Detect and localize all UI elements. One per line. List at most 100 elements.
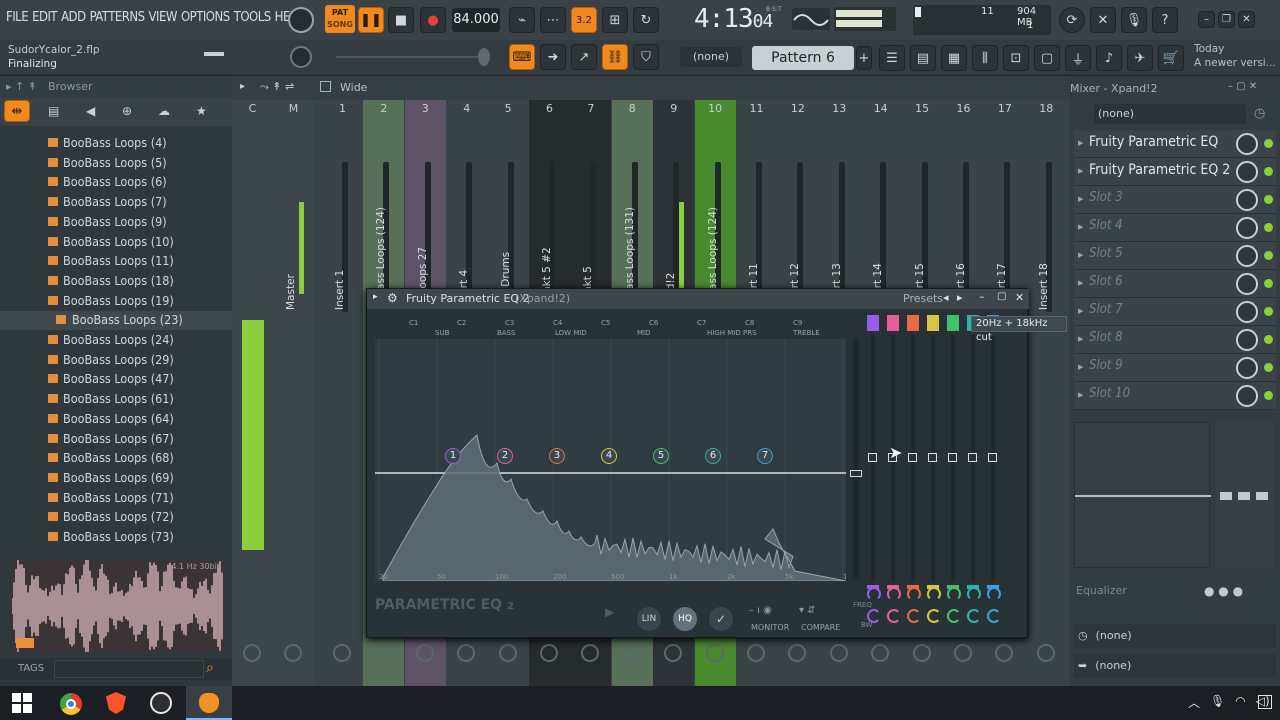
slot-mix-knob[interactable] <box>1236 329 1258 351</box>
chevron-up-icon[interactable]: ︿ <box>1188 694 1200 711</box>
eq-band-handle[interactable]: 4 <box>601 448 617 464</box>
slot-enable-led[interactable] <box>1264 195 1273 204</box>
browser-item[interactable]: BooBass Loops (69) <box>0 469 232 488</box>
preset-prev-icon[interactable]: ◂ <box>943 291 949 304</box>
band-width-knob[interactable] <box>927 609 941 623</box>
effect-slot[interactable]: ▸ Slot 10 <box>1074 382 1276 410</box>
strip-pan-knob[interactable] <box>333 644 351 662</box>
browser-item[interactable]: BooBass Loops (23) <box>0 311 232 331</box>
slot-arrow-icon[interactable]: ▸ <box>1078 332 1084 345</box>
eq-band-handle[interactable]: 6 <box>705 448 721 464</box>
strip-pan-knob[interactable] <box>457 644 476 662</box>
pattern-song-toggle[interactable]: PAT SONG <box>325 5 355 33</box>
slot-mix-knob[interactable] <box>1236 161 1258 183</box>
help-button[interactable]: ? <box>1152 7 1178 33</box>
slot-enable-led[interactable] <box>1264 279 1273 288</box>
eq-knobs[interactable]: ● ● ● <box>1204 584 1243 598</box>
eq-preview[interactable] <box>1074 422 1211 568</box>
output-select-2[interactable]: ➥ (none) <box>1074 654 1276 678</box>
master-gain-slider[interactable] <box>853 339 859 579</box>
wifi-icon[interactable]: ◠ <box>1235 694 1245 711</box>
slot-enable-led[interactable] <box>1264 335 1273 344</box>
band-freq-knob[interactable] <box>867 587 881 601</box>
compare-label[interactable]: COMPARE <box>801 623 840 632</box>
strip-pan-knob[interactable] <box>498 644 517 662</box>
browser-item[interactable]: BooBass Loops (10) <box>0 233 232 252</box>
preset-next-icon[interactable]: ▸ <box>957 291 963 304</box>
strip-pan-knob[interactable] <box>788 644 807 662</box>
brave-icon[interactable] <box>106 692 126 714</box>
browser-tab-cloud-icon[interactable]: ☁ <box>158 104 170 118</box>
browser-item[interactable]: BooBass Loops (6) <box>0 173 232 192</box>
tempo-display[interactable]: 84.000 <box>452 8 500 32</box>
effect-slot[interactable]: ▸ Slot 4 <box>1074 214 1276 242</box>
step-edit-button[interactable]: ⊞ <box>602 7 628 33</box>
channel-rack-button[interactable]: ▦ <box>941 45 967 71</box>
band-width-knob[interactable] <box>967 609 981 623</box>
slot-arrow-icon[interactable]: ▸ <box>1078 220 1084 233</box>
slot-arrow-icon[interactable]: ▸ <box>1078 136 1084 149</box>
slot-enable-led[interactable] <box>1264 139 1273 148</box>
band-gain-thumb[interactable] <box>948 453 957 462</box>
output-select-1[interactable]: ◷ (none) <box>1074 624 1276 648</box>
slot-mix-knob[interactable] <box>1236 217 1258 239</box>
strip-pan-knob[interactable] <box>912 644 931 662</box>
eq-band-handle[interactable]: 7 <box>757 448 773 464</box>
browser-item[interactable]: BooBass Loops (64) <box>0 410 232 429</box>
stop-button[interactable]: ■ <box>388 7 414 33</box>
browser-item[interactable]: BooBass Loops (18) <box>0 272 232 291</box>
menu-add[interactable]: ADD <box>61 10 86 25</box>
effect-slot[interactable]: ▸ Slot 5 <box>1074 242 1276 270</box>
slot-enable-led[interactable] <box>1264 223 1273 232</box>
band-width-knob[interactable] <box>867 609 881 623</box>
browser-item[interactable]: BooBass Loops (67) <box>0 430 232 449</box>
slot-mix-knob[interactable] <box>1236 385 1258 407</box>
pattern-selector[interactable]: Pattern 6 <box>752 46 854 70</box>
minimize-button[interactable]: – <box>1198 11 1215 28</box>
main-volume-thumb[interactable] <box>478 48 490 66</box>
input-clock-icon[interactable]: ◷ <box>1254 106 1265 121</box>
slot-enable-led[interactable] <box>1264 167 1273 176</box>
strip-pan-knob[interactable] <box>415 644 434 662</box>
search-icon[interactable]: ⌕ <box>206 660 214 676</box>
chrome-icon[interactable] <box>60 693 82 715</box>
eq-close-icon[interactable]: ✕ <box>1015 291 1024 304</box>
strip-pan-knob[interactable] <box>664 644 683 662</box>
piano-roll-button[interactable]: ▤ <box>910 45 936 71</box>
slot-arrow-icon[interactable]: ▸ <box>1078 164 1084 177</box>
browser-item[interactable]: BooBass Loops (11) <box>0 252 232 271</box>
mixer-strip[interactable]: 1 Insert 1 <box>322 100 363 686</box>
wait-record-button[interactable]: ⋯ <box>540 7 566 33</box>
effect-slot[interactable]: ▸ Fruity Parametric EQ <box>1074 130 1276 158</box>
strip-pan-knob[interactable] <box>374 644 393 662</box>
loop-record-button[interactable]: ↻ <box>633 7 659 33</box>
news-text[interactable]: A newer versi... <box>1194 57 1278 69</box>
browser-tab-plugin-icon[interactable]: ⊕ <box>122 104 132 118</box>
guitar-button[interactable]: ♪ <box>1096 45 1122 71</box>
browser-item[interactable]: BooBass Loops (68) <box>0 449 232 468</box>
mic-tray-icon[interactable]: 🎙 <box>1210 694 1225 711</box>
menu-edit[interactable]: EDIT <box>32 10 57 25</box>
strip-pan-knob[interactable] <box>622 644 641 662</box>
browser-item[interactable]: BooBass Loops (71) <box>0 489 232 508</box>
strip-pan-knob[interactable] <box>284 644 302 662</box>
band-gain-thumb[interactable] <box>868 453 877 462</box>
eq-menu-arrow-icon[interactable]: ▸ <box>373 292 378 302</box>
strip-pan-knob[interactable] <box>1036 644 1055 662</box>
strip-pan-knob[interactable] <box>829 644 848 662</box>
plugin-db-button[interactable]: ⏚ <box>1065 45 1091 71</box>
browser-tab-files-icon[interactable]: ▤ <box>48 104 59 118</box>
edison-button[interactable]: ✈ <box>1127 45 1153 71</box>
eq-minimize-icon[interactable]: – <box>979 290 985 303</box>
browser-item[interactable]: BooBass Loops (9) <box>0 213 232 232</box>
slot-enable-led[interactable] <box>1264 391 1273 400</box>
tools-button[interactable]: ✕ <box>1090 7 1116 33</box>
effect-slot[interactable]: ▸ Slot 9 <box>1074 354 1276 382</box>
eq-band-handle[interactable]: 1 <box>445 448 461 464</box>
browser-item[interactable]: BooBass Loops (5) <box>0 154 232 173</box>
close-button[interactable]: ✕ <box>1238 11 1255 28</box>
channel-select[interactable]: (none) <box>680 47 742 67</box>
song-position-display[interactable]: 4:1304 <box>694 4 773 34</box>
band-width-knob[interactable] <box>907 609 921 623</box>
windows-start-icon[interactable] <box>12 693 32 713</box>
